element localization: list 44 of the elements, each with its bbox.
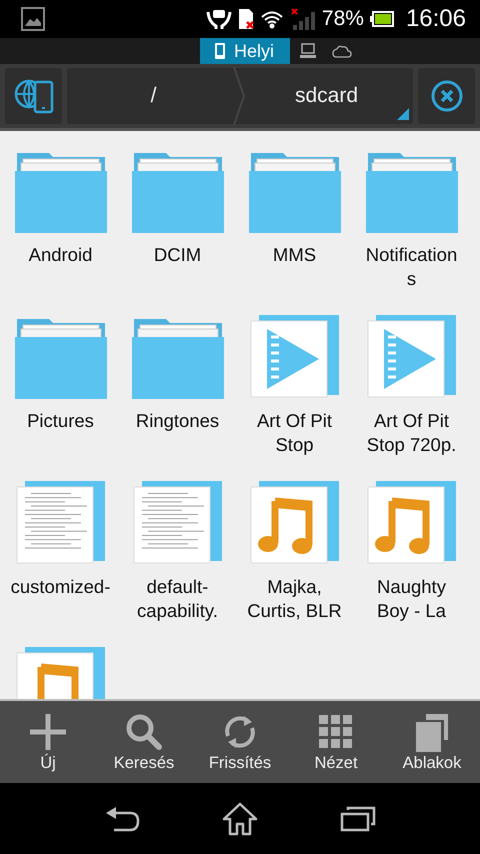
close-button[interactable]: [418, 68, 475, 124]
back-icon[interactable]: [104, 804, 140, 832]
signal-icon: [290, 7, 316, 31]
toolbar-button[interactable]: Keresés: [96, 701, 192, 783]
close-icon: [430, 79, 464, 113]
toolbar-button[interactable]: Nézet: [288, 701, 384, 783]
path-segment[interactable]: /: [67, 68, 240, 124]
globe-phone-icon: [14, 77, 54, 115]
file-name: Naughty Boy - La: [376, 575, 447, 623]
music-file-icon[interactable]: [366, 481, 458, 565]
battery-percentage: 78%: [322, 7, 364, 31]
music-file-icon[interactable]: [248, 481, 340, 565]
toolbar-button[interactable]: Frissítés: [192, 701, 288, 783]
file-name: MMS: [272, 243, 318, 267]
file-name: Pictures: [26, 409, 95, 433]
sim-card-icon: [238, 8, 254, 30]
cloud-icon: [332, 44, 352, 58]
file-name: Ringtones: [134, 409, 220, 433]
file-name: Art Of Pit Stop 720p.: [366, 409, 458, 457]
hands-icon: [206, 8, 232, 30]
battery-icon: [370, 11, 394, 27]
file-name: Majka, Curtis, BLR: [246, 575, 343, 623]
file-name: DCIM: [152, 243, 202, 267]
video-file-icon[interactable]: [248, 315, 340, 399]
document-icon[interactable]: [14, 481, 106, 565]
video-file-icon[interactable]: [366, 315, 458, 399]
network-device-button[interactable]: [5, 68, 62, 124]
file-name: Android: [28, 243, 94, 267]
toolbar-button[interactable]: Ablakok: [384, 701, 480, 783]
location-tab[interactable]: Helyi: [200, 38, 290, 64]
file-name: Art Of Pit Stop: [256, 409, 334, 457]
phone-icon: [214, 42, 226, 60]
toolbar-button[interactable]: Új: [0, 701, 96, 783]
recent-apps-icon[interactable]: [340, 806, 376, 832]
computer-icon: [300, 43, 316, 59]
file-name: default-capability.: [136, 575, 219, 623]
plus-icon: [28, 712, 68, 752]
file-name: customized-: [10, 575, 110, 599]
home-icon[interactable]: [222, 802, 258, 836]
file-name: Notifications: [364, 243, 458, 291]
document-icon[interactable]: [132, 481, 224, 565]
image-icon: [21, 7, 45, 31]
search-icon: [124, 712, 164, 752]
clock: 16:06: [406, 5, 466, 33]
